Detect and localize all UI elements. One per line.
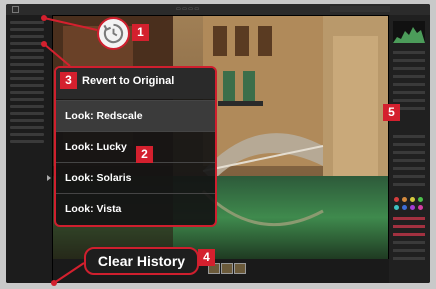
callout-badge-2: 2 xyxy=(136,146,153,163)
adjustment-slider[interactable] xyxy=(393,249,425,252)
sidebar-item[interactable] xyxy=(10,98,44,101)
adjustment-slider[interactable] xyxy=(393,67,425,70)
color-swatch[interactable] xyxy=(410,197,415,202)
adjustment-slider[interactable] xyxy=(393,233,425,236)
sidebar-item[interactable] xyxy=(10,126,44,129)
sidebar-item[interactable] xyxy=(10,70,44,73)
adjustment-slider[interactable] xyxy=(393,51,425,54)
adjustment-slider[interactable] xyxy=(393,75,425,78)
sidebar-item[interactable] xyxy=(10,119,44,122)
adjustment-slider[interactable] xyxy=(393,241,425,244)
history-item-redscale[interactable]: Look: Redscale xyxy=(56,100,215,132)
filmstrip-thumbnail[interactable] xyxy=(234,263,246,274)
adjustment-slider[interactable] xyxy=(393,83,425,86)
sidebar-item[interactable] xyxy=(10,63,44,66)
sidebar-item[interactable] xyxy=(10,112,44,115)
color-swatch[interactable] xyxy=(418,197,423,202)
history-item-vista[interactable]: Look: Vista xyxy=(56,193,215,225)
window-control-icon[interactable] xyxy=(12,6,19,13)
adjustment-slider[interactable] xyxy=(393,151,425,154)
adjustment-slider[interactable] xyxy=(393,91,425,94)
sidebar-item[interactable] xyxy=(10,42,44,45)
adjustment-slider[interactable] xyxy=(393,135,425,138)
adjustment-slider[interactable] xyxy=(393,257,425,260)
adjustment-slider[interactable] xyxy=(393,59,425,62)
histogram xyxy=(393,21,425,43)
adjustment-slider[interactable] xyxy=(393,167,425,170)
adjustment-slider[interactable] xyxy=(393,99,425,102)
right-sidebar xyxy=(388,15,430,283)
adjustment-slider[interactable] xyxy=(393,175,425,178)
history-item-label: Look: Redscale xyxy=(65,110,143,122)
color-swatch[interactable] xyxy=(410,205,415,210)
sidebar-item[interactable] xyxy=(10,49,44,52)
history-item-solaris[interactable]: Look: Solaris xyxy=(56,162,215,194)
filmstrip-thumbnail[interactable] xyxy=(221,263,233,274)
color-swatch[interactable] xyxy=(394,197,399,202)
callout-badge-4: 4 xyxy=(198,249,215,266)
color-swatch[interactable] xyxy=(402,197,407,202)
histogram-graph xyxy=(393,27,425,43)
sidebar-item[interactable] xyxy=(10,105,44,108)
revert-to-original-item[interactable]: Revert to Original xyxy=(56,68,215,99)
sidebar-item[interactable] xyxy=(10,21,44,24)
toolbar-center-controls: ▭ ▭ ▭ ▭ xyxy=(176,6,200,12)
left-sidebar xyxy=(6,15,53,283)
sidebar-item[interactable] xyxy=(10,56,44,59)
adjustment-slider[interactable] xyxy=(393,159,425,162)
adjustment-slider[interactable] xyxy=(393,143,425,146)
color-swatch[interactable] xyxy=(394,205,399,210)
color-swatch[interactable] xyxy=(402,205,407,210)
sidebar-item[interactable] xyxy=(10,91,44,94)
callout-badge-1: 1 xyxy=(132,24,149,41)
callout-badge-3: 3 xyxy=(60,72,77,89)
color-swatch[interactable] xyxy=(418,205,423,210)
clear-history-button[interactable]: Clear History xyxy=(84,247,199,275)
top-toolbar: ▭ ▭ ▭ ▭ xyxy=(6,4,430,16)
adjustment-slider[interactable] xyxy=(393,183,425,186)
history-item-label: Look: Vista xyxy=(65,203,122,215)
sidebar-item[interactable] xyxy=(10,77,44,80)
sidebar-item[interactable] xyxy=(10,84,44,87)
history-item-label: Look: Solaris xyxy=(65,172,132,184)
adjustment-slider[interactable] xyxy=(393,225,425,228)
sidebar-item[interactable] xyxy=(10,133,44,136)
sidebar-item[interactable] xyxy=(10,28,44,31)
history-button[interactable] xyxy=(97,17,130,50)
callout-badge-5: 5 xyxy=(383,104,400,121)
toolbar-right-controls[interactable] xyxy=(330,6,390,12)
history-icon xyxy=(103,23,124,44)
history-item-label: Look: Lucky xyxy=(65,141,127,153)
revert-label: Revert to Original xyxy=(82,75,175,87)
sidebar-item[interactable] xyxy=(10,140,44,143)
sidebar-item[interactable] xyxy=(10,35,44,38)
adjustment-slider[interactable] xyxy=(393,217,425,220)
expand-arrow-icon[interactable] xyxy=(47,175,51,181)
